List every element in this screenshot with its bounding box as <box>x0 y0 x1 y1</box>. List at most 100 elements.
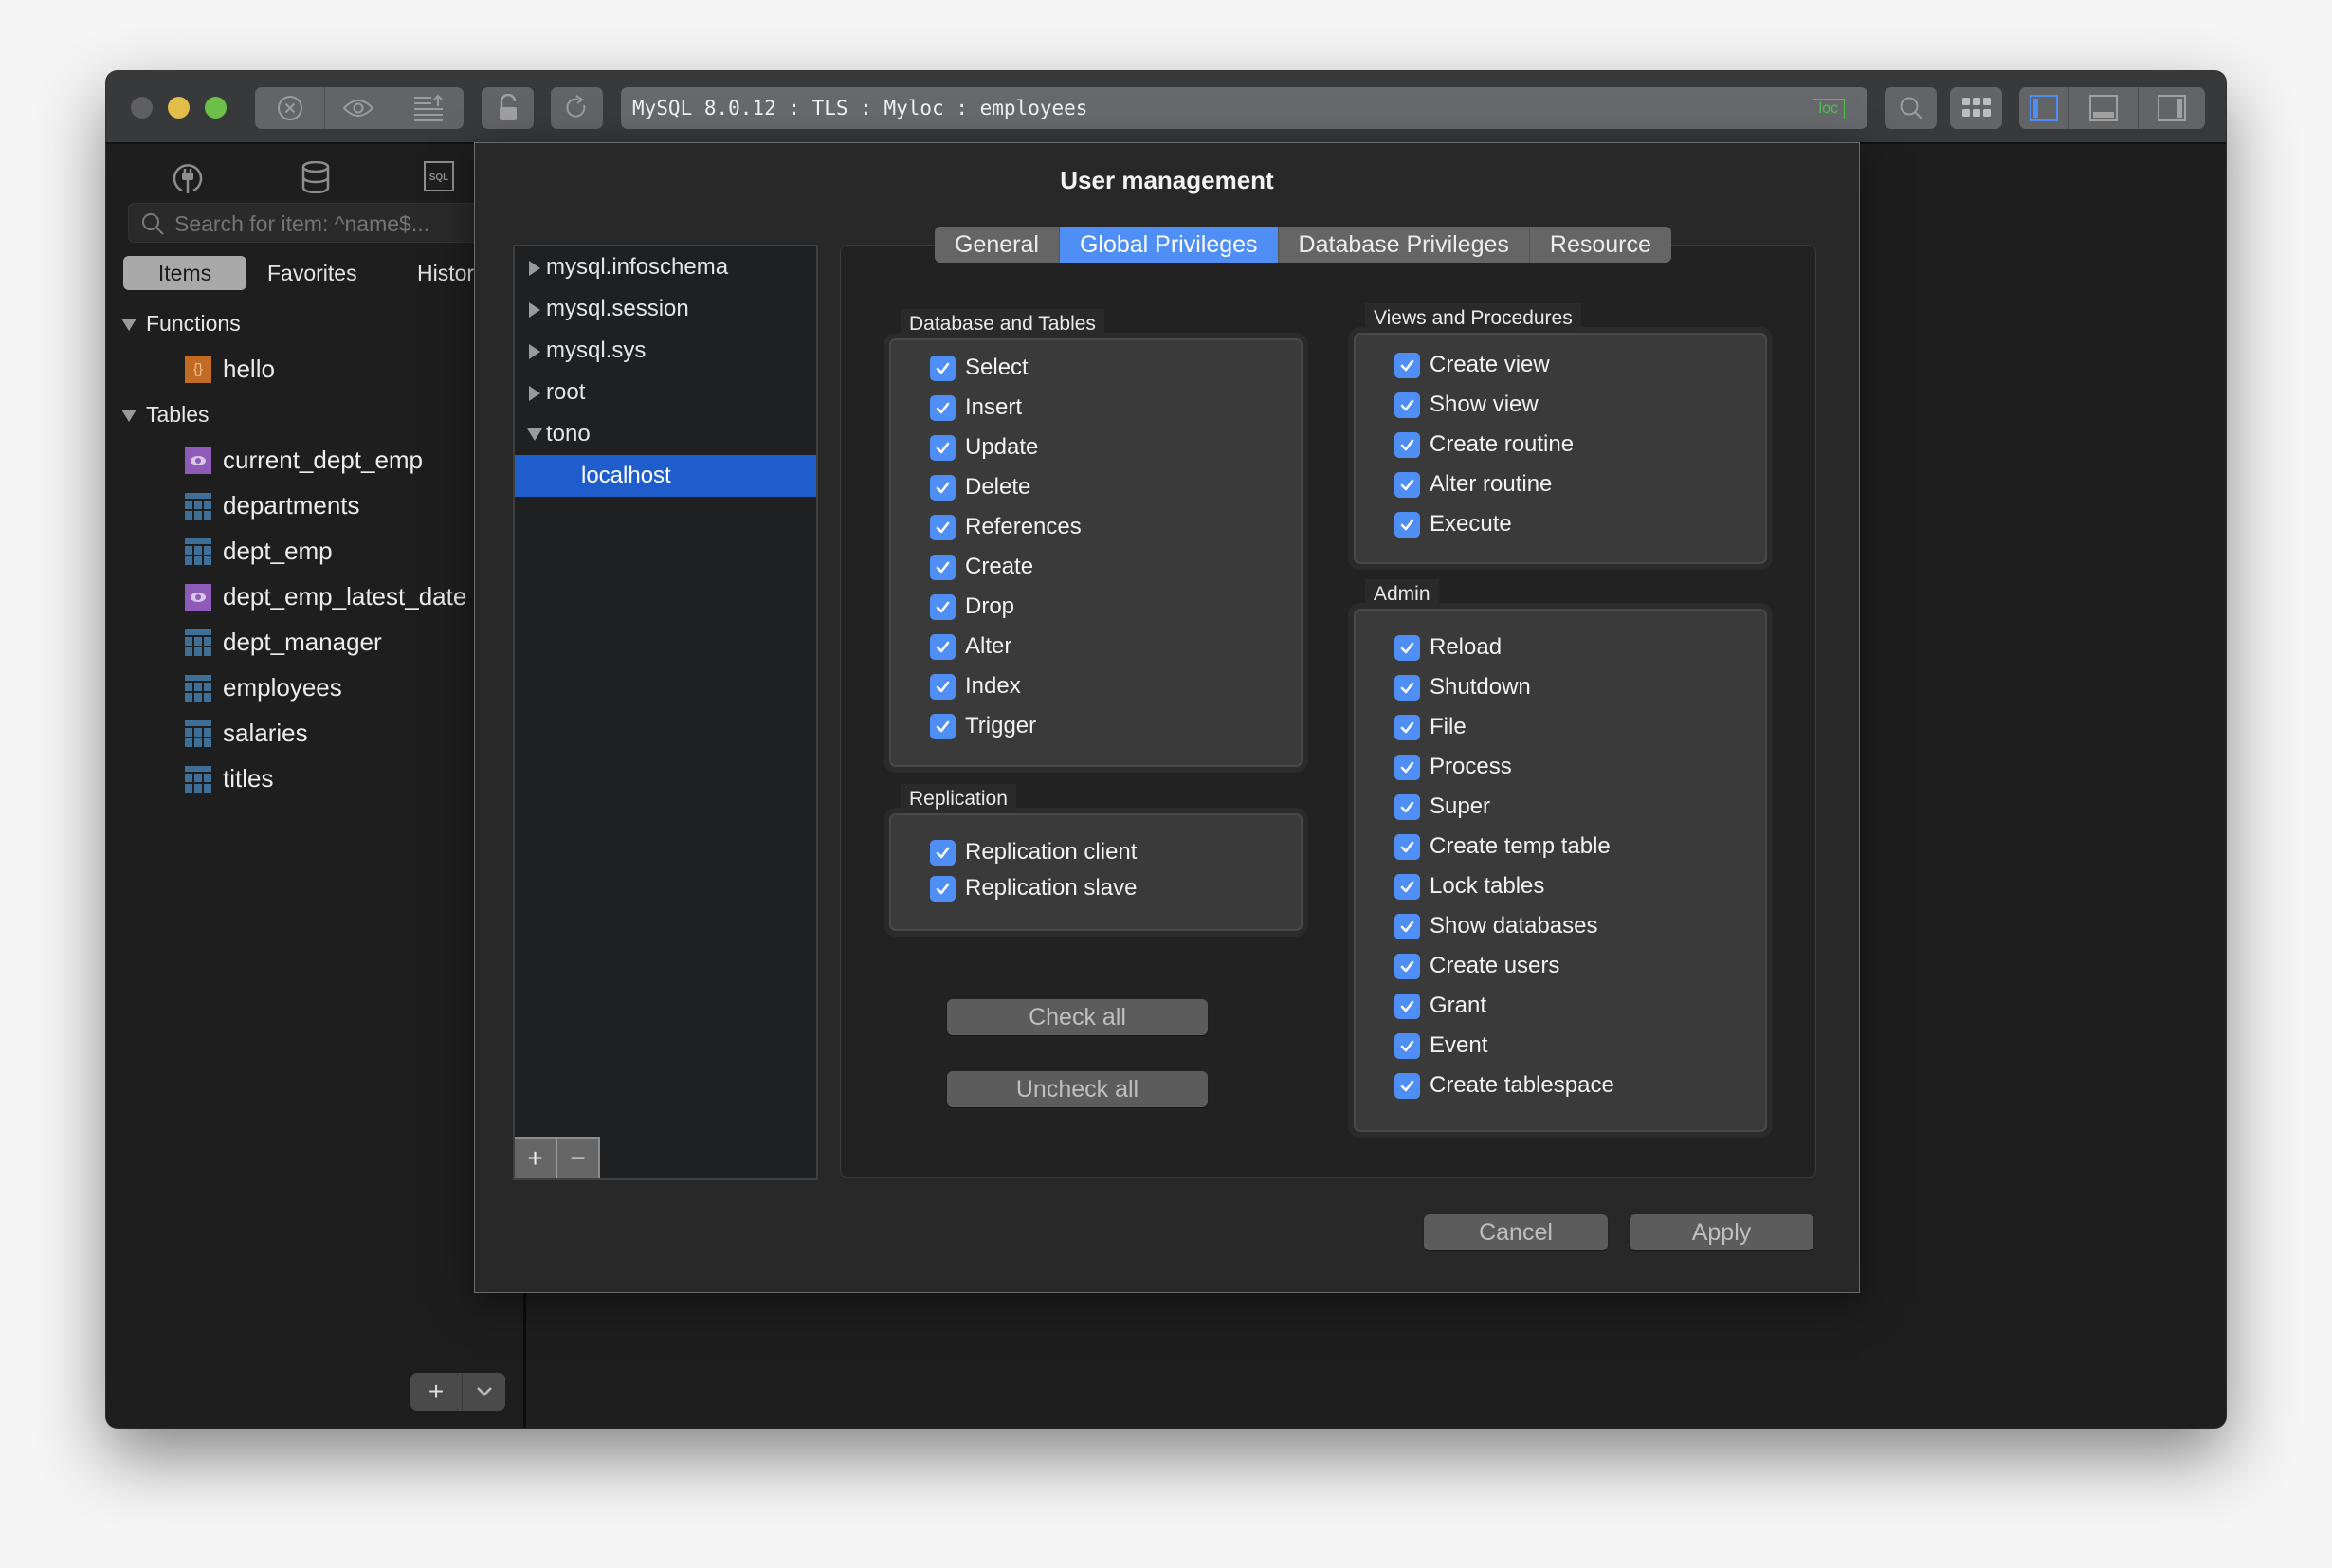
privilege-checkbox[interactable]: Shutdown <box>1394 674 1531 701</box>
user-list-item[interactable]: root <box>515 372 816 413</box>
uncheck-all-button[interactable]: Uncheck all <box>947 1071 1208 1107</box>
user-list-item[interactable]: mysql.sys <box>515 330 816 372</box>
privilege-checkbox[interactable]: Replication client <box>930 839 1137 866</box>
tree-item-view[interactable]: current_dept_emp <box>185 446 423 475</box>
checkbox-checked-icon[interactable] <box>1394 352 1420 378</box>
add-menu-button[interactable] <box>463 1373 505 1411</box>
checkbox-checked-icon[interactable] <box>930 593 956 620</box>
checkbox-checked-icon[interactable] <box>1394 913 1420 939</box>
connection-address-bar[interactable]: MySQL 8.0.12 : TLS : Myloc : employees l… <box>621 87 1867 129</box>
tree-item-table[interactable]: dept_manager <box>185 628 382 657</box>
checkbox-checked-icon[interactable] <box>930 434 956 461</box>
sidebar-search-input[interactable]: Search for item: ^name$... <box>128 203 528 243</box>
privilege-checkbox[interactable]: Create tablespace <box>1394 1072 1614 1099</box>
preview-button[interactable] <box>325 87 392 129</box>
privilege-checkbox[interactable]: Alter <box>930 633 1011 660</box>
user-list-item[interactable]: mysql.session <box>515 288 816 330</box>
checkbox-checked-icon[interactable] <box>1394 1072 1420 1099</box>
privilege-checkbox[interactable]: Drop <box>930 593 1014 620</box>
privilege-checkbox[interactable]: Reload <box>1394 634 1502 661</box>
checkbox-checked-icon[interactable] <box>1394 511 1420 538</box>
toggle-right-panel-button[interactable] <box>2139 87 2205 129</box>
checkbox-checked-icon[interactable] <box>930 713 956 739</box>
checkbox-checked-icon[interactable] <box>930 554 956 580</box>
checkbox-checked-icon[interactable] <box>1394 634 1420 661</box>
privilege-checkbox[interactable]: Event <box>1394 1032 1487 1059</box>
privilege-checkbox[interactable]: File <box>1394 714 1467 740</box>
zoom-window-button[interactable] <box>205 97 227 119</box>
checkbox-checked-icon[interactable] <box>1394 392 1420 418</box>
privilege-checkbox[interactable]: Process <box>1394 754 1512 780</box>
user-host-item-selected[interactable]: localhost <box>515 455 816 497</box>
tree-item-table[interactable]: dept_emp <box>185 537 333 566</box>
minimize-window-button[interactable] <box>168 97 190 119</box>
cancel-button[interactable]: Cancel <box>1424 1214 1608 1250</box>
checkbox-checked-icon[interactable] <box>930 394 956 421</box>
tab-global-privileges[interactable]: Global Privileges <box>1059 227 1279 263</box>
tab-favorites[interactable]: Favorites <box>267 256 357 290</box>
privilege-checkbox[interactable]: Replication slave <box>930 875 1137 902</box>
remove-user-button[interactable]: − <box>557 1139 598 1178</box>
database-icon[interactable] <box>301 161 330 193</box>
refresh-button[interactable] <box>551 87 603 129</box>
privilege-checkbox[interactable]: Super <box>1394 793 1490 820</box>
apply-button[interactable]: Apply <box>1630 1214 1813 1250</box>
tab-items[interactable]: Items <box>123 256 246 290</box>
user-list-item[interactable]: mysql.infoschema <box>515 246 816 288</box>
checkbox-checked-icon[interactable] <box>930 514 956 540</box>
tree-item-table[interactable]: titles <box>185 764 273 793</box>
privilege-checkbox[interactable]: Create <box>930 554 1033 580</box>
add-user-button[interactable]: + <box>515 1139 557 1178</box>
privilege-checkbox[interactable]: Show databases <box>1394 913 1597 939</box>
privilege-checkbox[interactable]: Select <box>930 355 1029 381</box>
checkbox-checked-icon[interactable] <box>1394 431 1420 458</box>
privilege-checkbox[interactable]: Update <box>930 434 1038 461</box>
tree-item-table[interactable]: departments <box>185 491 360 520</box>
close-window-button[interactable] <box>131 97 153 119</box>
checkbox-checked-icon[interactable] <box>930 839 956 866</box>
tree-section-tables[interactable]: Tables <box>121 402 209 428</box>
checkbox-checked-icon[interactable] <box>930 633 956 660</box>
checkbox-checked-icon[interactable] <box>1394 674 1420 701</box>
privilege-checkbox[interactable]: References <box>930 514 1082 540</box>
tab-resource[interactable]: Resource <box>1530 227 1671 263</box>
export-button[interactable] <box>392 87 464 129</box>
plug-icon[interactable] <box>173 161 203 195</box>
lock-button[interactable] <box>482 87 534 129</box>
checkbox-checked-icon[interactable] <box>930 474 956 501</box>
checkbox-checked-icon[interactable] <box>930 673 956 700</box>
sql-icon[interactable]: SQL <box>424 161 454 191</box>
checkbox-checked-icon[interactable] <box>1394 754 1420 780</box>
checkbox-checked-icon[interactable] <box>930 355 956 381</box>
checkbox-checked-icon[interactable] <box>1394 793 1420 820</box>
stop-button[interactable] <box>255 87 325 129</box>
user-list-item[interactable]: tono <box>515 413 816 455</box>
toggle-left-panel-button[interactable] <box>2019 87 2069 129</box>
search-button[interactable] <box>1885 87 1937 129</box>
privilege-checkbox[interactable]: Lock tables <box>1394 873 1544 900</box>
apps-button[interactable] <box>1950 87 2002 129</box>
toggle-bottom-panel-button[interactable] <box>2069 87 2139 129</box>
privilege-checkbox[interactable]: Trigger <box>930 713 1036 739</box>
checkbox-checked-icon[interactable] <box>1394 993 1420 1019</box>
tree-item-function[interactable]: {} hello <box>185 355 275 384</box>
privilege-checkbox[interactable]: Index <box>930 673 1021 700</box>
privilege-checkbox[interactable]: Insert <box>930 394 1022 421</box>
privilege-checkbox[interactable]: Create routine <box>1394 431 1574 458</box>
checkbox-checked-icon[interactable] <box>1394 714 1420 740</box>
privilege-checkbox[interactable]: Create users <box>1394 953 1559 979</box>
privilege-checkbox[interactable]: Grant <box>1394 993 1486 1019</box>
privilege-checkbox[interactable]: Execute <box>1394 511 1512 538</box>
privilege-checkbox[interactable]: Delete <box>930 474 1030 501</box>
privilege-checkbox[interactable]: Alter routine <box>1394 471 1552 498</box>
privilege-checkbox[interactable]: Show view <box>1394 392 1539 418</box>
checkbox-checked-icon[interactable] <box>1394 873 1420 900</box>
checkbox-checked-icon[interactable] <box>930 875 956 902</box>
tab-database-privileges[interactable]: Database Privileges <box>1279 227 1530 263</box>
checkbox-checked-icon[interactable] <box>1394 953 1420 979</box>
tree-item-table[interactable]: salaries <box>185 719 308 748</box>
tab-general[interactable]: General <box>935 227 1060 263</box>
privilege-checkbox[interactable]: Create view <box>1394 352 1550 378</box>
tree-section-functions[interactable]: Functions <box>121 311 241 337</box>
privilege-checkbox[interactable]: Create temp table <box>1394 833 1611 860</box>
